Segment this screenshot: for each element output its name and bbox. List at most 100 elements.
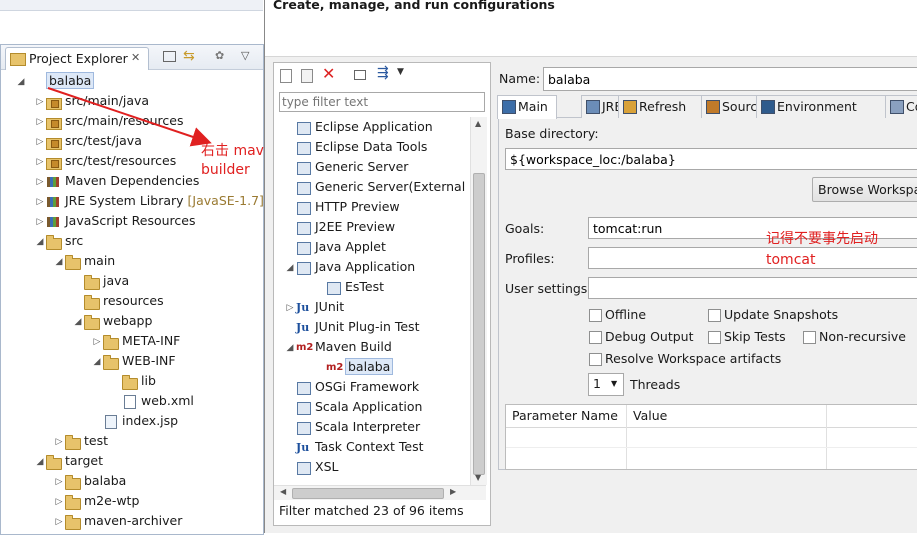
launch-config-icon <box>296 121 311 135</box>
launch-config-icon <box>296 401 311 415</box>
offline-checkbox[interactable] <box>589 309 602 322</box>
launch-config-icon <box>296 161 311 175</box>
refresh-tab-icon <box>623 100 637 114</box>
expand-toggle-icon[interactable]: ◢ <box>284 338 296 358</box>
main-tab-icon <box>502 100 516 114</box>
tab-jre[interactable]: JRE <box>581 95 619 118</box>
config-item-label: HTTP Preview <box>315 199 400 214</box>
config-item-label: OSGi Framework <box>315 379 420 394</box>
duplicate-config-icon[interactable] <box>301 69 313 83</box>
parameter-table[interactable]: Parameter Name Value <box>505 404 917 470</box>
config-item[interactable]: Ju JUnit Plug-in Test <box>274 317 419 337</box>
value-header[interactable]: Value <box>633 408 667 423</box>
tab-label: Source <box>722 99 757 114</box>
filter-configs-icon[interactable]: ⇶ <box>377 65 389 81</box>
config-item-label: Generic Server(External L <box>315 179 470 194</box>
config-item-label: Eclipse Data Tools <box>315 139 428 154</box>
skip-tests-checkbox[interactable] <box>708 331 721 344</box>
config-toolbar: ✕ ⇶ ▼ <box>274 63 490 87</box>
scroll-left-icon[interactable]: ◀ <box>280 487 286 496</box>
config-vertical-scrollbar[interactable]: ▲ ▼ <box>470 117 487 485</box>
tab-label: JRE <box>602 99 618 114</box>
config-item[interactable]: Scala Application <box>274 397 422 417</box>
config-item-label: JUnit <box>315 299 345 314</box>
jre-tab-icon <box>586 100 600 114</box>
config-horizontal-scrollbar[interactable]: ◀ ▶ <box>274 485 486 500</box>
tab-label: Environment <box>777 99 857 114</box>
resolve-workspace-checkbox[interactable] <box>589 353 602 366</box>
debug-output-label: Debug Output <box>605 329 694 344</box>
user-settings-label: User settings: <box>505 281 592 296</box>
config-item[interactable]: J2EE Preview <box>274 217 395 237</box>
config-item[interactable]: HTTP Preview <box>274 197 400 217</box>
launch-config-icon <box>296 241 311 255</box>
config-item[interactable]: OSGi Framework <box>274 377 419 397</box>
config-item[interactable]: XSL <box>274 457 338 477</box>
config-item[interactable]: m2 balaba <box>274 357 394 377</box>
config-item[interactable]: Generic Server(External L <box>274 177 470 197</box>
launch-config-icon <box>326 281 341 295</box>
scroll-right-icon[interactable]: ▶ <box>450 487 456 496</box>
expand-toggle-icon[interactable]: ◢ <box>284 258 296 278</box>
collapse-configs-icon[interactable] <box>354 70 366 80</box>
name-input[interactable] <box>543 67 917 91</box>
debug-output-checkbox[interactable] <box>589 331 602 344</box>
scroll-up-icon[interactable]: ▲ <box>475 119 481 128</box>
tab-main[interactable]: Main <box>497 95 557 119</box>
config-item[interactable]: Java Applet <box>274 237 386 257</box>
parameter-table-header: Parameter Name Value <box>506 405 917 469</box>
main-tab-content: Base directory: Browse Workspac Goals: P… <box>498 117 917 470</box>
hscroll-thumb[interactable] <box>292 488 444 499</box>
config-item[interactable]: Eclipse Data Tools <box>274 137 427 157</box>
new-config-icon[interactable] <box>280 69 292 83</box>
common-tab-icon <box>890 100 904 114</box>
config-item-label: Maven Build <box>315 339 392 354</box>
junit-icon: Ju <box>296 440 310 454</box>
scroll-thumb[interactable] <box>473 173 485 475</box>
resolve-workspace-label: Resolve Workspace artifacts <box>605 351 782 366</box>
dialog-window: Create, manage, and run configurations ✕… <box>264 0 917 533</box>
filter-input[interactable] <box>279 92 485 112</box>
annotation-no-start: 记得不要事先启动 tomcat <box>766 231 878 268</box>
tab-source[interactable]: Source <box>701 95 757 118</box>
config-item[interactable]: ◢ Java Application <box>274 257 415 277</box>
launch-config-icon <box>296 381 311 395</box>
source-tab-icon <box>706 100 720 114</box>
user-settings-input[interactable] <box>588 277 917 299</box>
config-item[interactable]: Generic Server <box>274 157 408 177</box>
update-snapshots-checkbox[interactable] <box>708 309 721 322</box>
delete-config-icon[interactable]: ✕ <box>322 64 335 83</box>
browse-workspace-button[interactable]: Browse Workspac <box>812 177 917 202</box>
non-recursive-label: Non-recursive <box>819 329 906 344</box>
tab-refresh[interactable]: Refresh <box>618 95 702 118</box>
config-item[interactable]: EsTest <box>274 277 384 297</box>
non-recursive-checkbox[interactable] <box>803 331 816 344</box>
junit-icon: Ju <box>296 300 310 314</box>
config-item-label: balaba <box>345 358 394 375</box>
config-item[interactable]: ◢ m2 Maven Build <box>274 337 392 357</box>
config-item-label: Eclipse Application <box>315 119 433 134</box>
base-directory-input[interactable] <box>505 148 917 170</box>
config-item[interactable]: ▷ Ju JUnit <box>274 297 345 318</box>
threads-select[interactable]: 1 ▼ <box>588 373 624 396</box>
chevron-down-icon: ▼ <box>611 379 618 388</box>
config-item[interactable]: Ju Task Context Test <box>274 437 424 457</box>
browse-workspace-label: Browse Workspac <box>818 182 917 197</box>
maven-icon: m2 <box>296 341 314 353</box>
parameter-name-header[interactable]: Parameter Name <box>512 408 618 423</box>
column-divider <box>626 405 627 469</box>
expand-toggle-icon[interactable]: ▷ <box>284 298 296 318</box>
scroll-down-icon[interactable]: ▼ <box>475 473 481 482</box>
launch-config-icon <box>296 261 311 275</box>
column-divider <box>826 405 827 469</box>
config-list-pane: ✕ ⇶ ▼ Eclipse Application Eclipse Data To… <box>273 62 491 526</box>
config-item[interactable]: Eclipse Application <box>274 117 433 137</box>
table-row-line <box>506 447 917 448</box>
tab-environment[interactable]: Environment <box>756 95 886 118</box>
chevron-down-icon[interactable]: ▼ <box>397 67 404 77</box>
config-item[interactable]: Scala Interpreter <box>274 417 420 437</box>
threads-value: 1 <box>593 376 601 391</box>
junit-icon: Ju <box>296 320 310 334</box>
tab-comm[interactable]: Comm <box>885 95 917 118</box>
config-item-label: Java Application <box>315 259 416 274</box>
